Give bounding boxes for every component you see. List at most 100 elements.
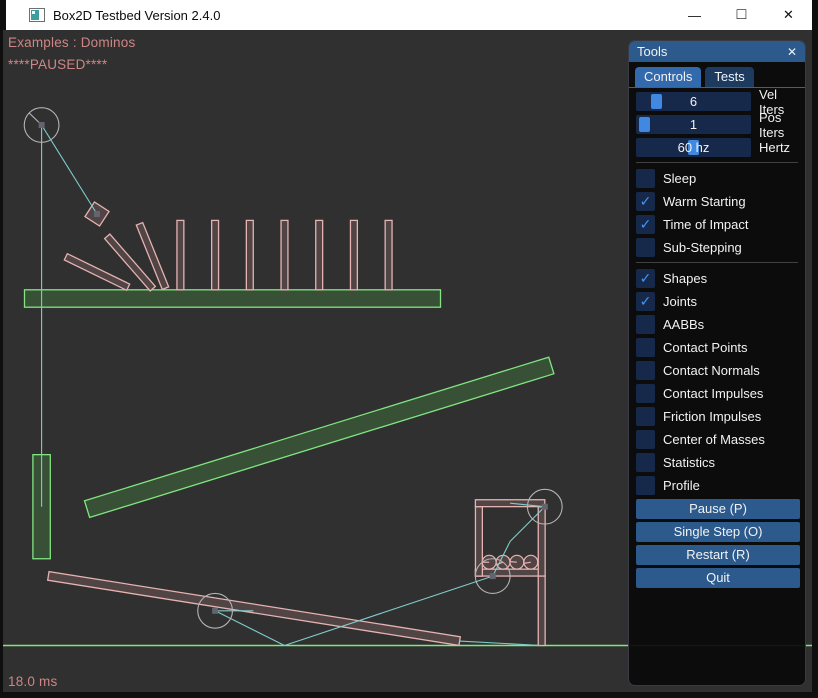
slider-vel-iters[interactable]: 6 xyxy=(636,92,751,111)
checkbox-label: Sub-Stepping xyxy=(663,240,742,255)
body-domino-standing-1[interactable] xyxy=(177,220,184,289)
checkbox-friction-impulses[interactable]: Friction Impulses xyxy=(636,407,798,426)
paused-status: ****PAUSED**** xyxy=(8,57,107,72)
body-domino-standing-3[interactable] xyxy=(246,220,253,289)
body-plank-seesaw[interactable] xyxy=(48,572,461,646)
checkbox-label: Center of Masses xyxy=(663,432,765,447)
checkbox-contact-normals[interactable]: Contact Normals xyxy=(636,361,798,380)
checkbox-sub-stepping[interactable]: Sub-Stepping xyxy=(636,238,798,257)
frame-time: 18.0 ms xyxy=(8,674,57,689)
checkbox-contact-impulses[interactable]: Contact Impulses xyxy=(636,384,798,403)
window-icon xyxy=(29,8,45,22)
checkbox-sleep[interactable]: Sleep xyxy=(636,169,798,188)
checkbox-label: Profile xyxy=(663,478,700,493)
body-domino-fallen-1[interactable] xyxy=(64,254,129,291)
tab-controls[interactable]: Controls xyxy=(635,67,701,87)
slider-hertz[interactable]: 60 hz xyxy=(636,138,751,157)
checkbox-label: Contact Impulses xyxy=(663,386,763,401)
minimize-button[interactable]: — xyxy=(671,0,718,30)
checkbox-area: Sleep ✓ Warm Starting ✓ Time of Impact Sub-St… xyxy=(636,162,798,495)
tools-panel-title: Tools xyxy=(637,44,667,59)
checkbox-unchecked-box[interactable] xyxy=(636,361,655,380)
checkbox-unchecked-box[interactable] xyxy=(636,384,655,403)
tools-panel-titlebar[interactable]: Tools ✕ xyxy=(629,41,805,62)
checkbox-shapes[interactable]: ✓ Shapes xyxy=(636,269,798,288)
checkbox-center-of-masses[interactable]: Center of Masses xyxy=(636,430,798,449)
slider-pos-iters[interactable]: 1 xyxy=(636,115,751,134)
slider-row-vel-iters: 6Vel Iters xyxy=(636,92,798,111)
window-controls: — □ ✕ xyxy=(671,0,812,30)
slider-value: 60 hz xyxy=(636,138,751,157)
body-shelf-top xyxy=(25,290,441,307)
joint-segment xyxy=(42,125,97,214)
checkbox-label: Sleep xyxy=(663,171,696,186)
checkbox-label: Friction Impulses xyxy=(663,409,761,424)
checkbox-label: Joints xyxy=(663,294,697,309)
joint-anchor-point xyxy=(39,122,45,128)
button-stack: Pause (P) Single Step (O) Restart (R) Quit xyxy=(636,499,798,588)
checkbox-label: Time of Impact xyxy=(663,217,748,232)
ball-radius-line xyxy=(510,562,517,563)
checkbox-label: Warm Starting xyxy=(663,194,746,209)
checkbox-unchecked-box[interactable] xyxy=(636,338,655,357)
joint-segment xyxy=(285,576,493,645)
checkbox-unchecked-box[interactable] xyxy=(636,476,655,495)
titlebar[interactable]: Box2D Testbed Version 2.4.0 — □ ✕ xyxy=(6,0,812,30)
slider-value: 1 xyxy=(636,115,751,134)
close-button[interactable]: ✕ xyxy=(765,0,812,30)
checkbox-checked-icon[interactable]: ✓ xyxy=(636,292,655,311)
tab-tests[interactable]: Tests xyxy=(705,67,753,87)
body-post-right[interactable] xyxy=(538,576,545,645)
restart-r-button[interactable]: Restart (R) xyxy=(636,545,800,565)
slider-row-hertz: 60 hz Hertz xyxy=(636,138,798,157)
pause-p-button[interactable]: Pause (P) xyxy=(636,499,800,519)
window-title: Box2D Testbed Version 2.4.0 xyxy=(53,8,220,23)
checkbox-unchecked-box[interactable] xyxy=(636,453,655,472)
body-domino-standing-7[interactable] xyxy=(385,220,392,289)
tools-panel: Tools ✕ ControlsTests 6Vel Iters 1 Pos Ite… xyxy=(628,40,806,686)
single-step-o-button[interactable]: Single Step (O) xyxy=(636,522,800,542)
checkbox-checked-icon[interactable]: ✓ xyxy=(636,215,655,234)
joint-anchor-point xyxy=(212,608,218,614)
checkbox-time-of-impact[interactable]: ✓ Time of Impact xyxy=(636,215,798,234)
app-window: Box2D Testbed Version 2.4.0 — □ ✕ Exampl… xyxy=(0,0,818,698)
body-domino-standing-2[interactable] xyxy=(212,220,219,289)
checkbox-statistics[interactable]: Statistics xyxy=(636,453,798,472)
maximize-button[interactable]: □ xyxy=(718,0,765,30)
slider-value: 6 xyxy=(636,92,751,111)
slider-label: Pos Iters xyxy=(759,110,798,140)
checkbox-label: Contact Normals xyxy=(663,363,760,378)
slider-group: 6Vel Iters 1 Pos Iters 60 hz Hertz xyxy=(636,92,798,157)
body-domino-standing-6[interactable] xyxy=(350,220,357,289)
checkbox-profile[interactable]: Profile xyxy=(636,476,798,495)
example-title: Examples : Dominos xyxy=(8,35,135,50)
slider-label: Hertz xyxy=(759,140,790,155)
panel-close-icon[interactable]: ✕ xyxy=(787,45,797,59)
panel-body: 6Vel Iters 1 Pos Iters 60 hz Hertz Sleep ✓ War… xyxy=(629,88,805,588)
checkbox-label: Contact Points xyxy=(663,340,748,355)
checkbox-label: Statistics xyxy=(663,455,715,470)
tab-bar: ControlsTests xyxy=(629,62,805,88)
quit-button[interactable]: Quit xyxy=(636,568,800,588)
checkbox-unchecked-box[interactable] xyxy=(636,315,655,334)
checkbox-label: Shapes xyxy=(663,271,707,286)
joint-anchor-point xyxy=(94,211,100,217)
checkbox-label: AABBs xyxy=(663,317,704,332)
body-domino-standing-4[interactable] xyxy=(281,220,288,289)
checkbox-checked-icon[interactable]: ✓ xyxy=(636,269,655,288)
body-shelf-angled xyxy=(84,357,553,517)
physics-canvas[interactable]: Examples : Dominos ****PAUSED**** 18.0 m… xyxy=(3,30,812,692)
body-cradle-right-wall[interactable] xyxy=(538,507,545,576)
checkbox-contact-points[interactable]: Contact Points xyxy=(636,338,798,357)
checkbox-unchecked-box[interactable] xyxy=(636,169,655,188)
separator xyxy=(636,162,798,163)
checkbox-aabbs[interactable]: AABBs xyxy=(636,315,798,334)
joint-anchor-point xyxy=(542,504,548,510)
checkbox-warm-starting[interactable]: ✓ Warm Starting xyxy=(636,192,798,211)
checkbox-unchecked-box[interactable] xyxy=(636,407,655,426)
checkbox-joints[interactable]: ✓ Joints xyxy=(636,292,798,311)
checkbox-unchecked-box[interactable] xyxy=(636,430,655,449)
checkbox-unchecked-box[interactable] xyxy=(636,238,655,257)
checkbox-checked-icon[interactable]: ✓ xyxy=(636,192,655,211)
body-domino-standing-5[interactable] xyxy=(316,220,323,289)
